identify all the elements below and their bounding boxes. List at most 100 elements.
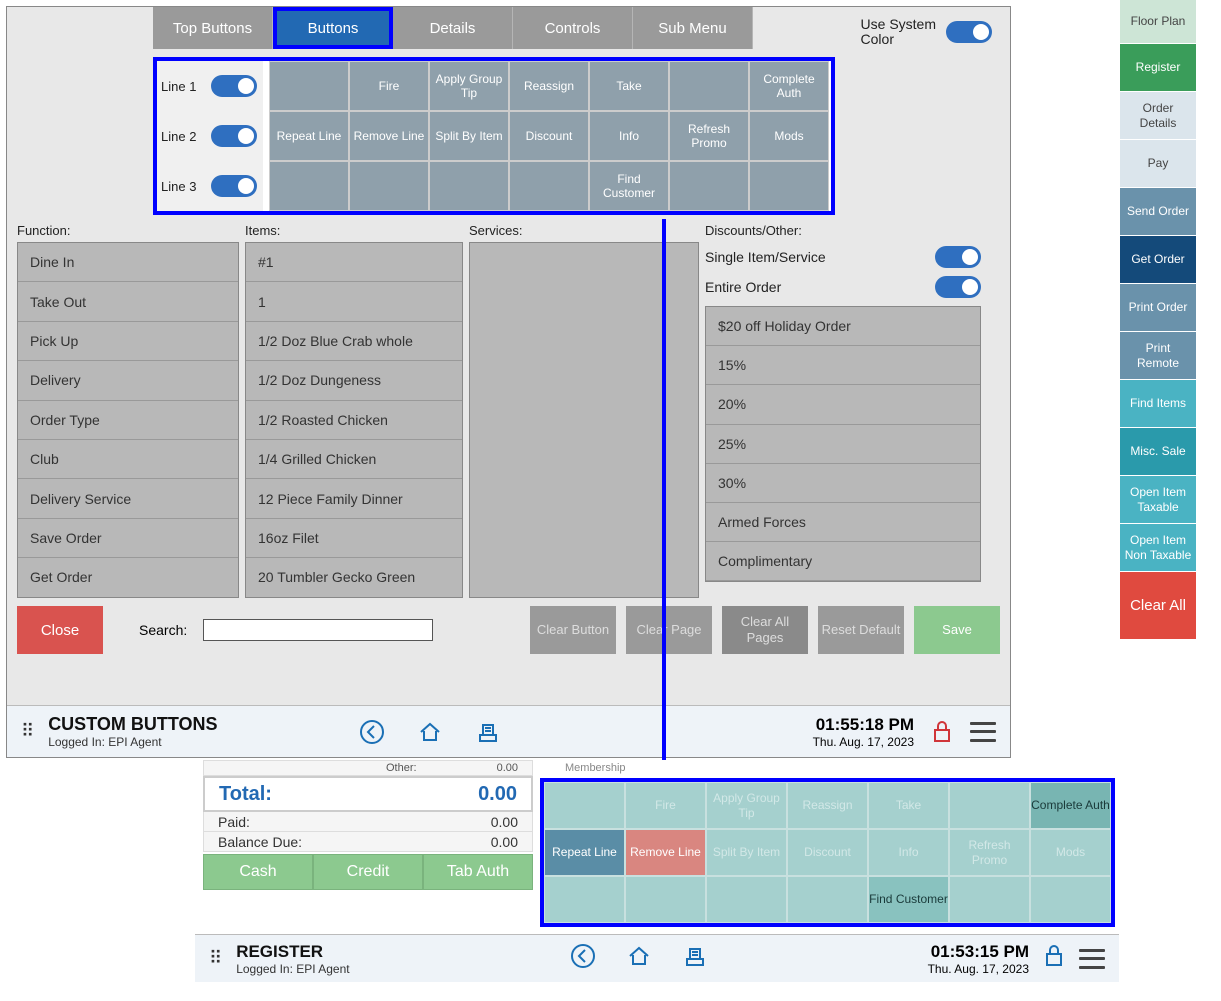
button-cell[interactable]: Find Customer — [589, 161, 669, 211]
tab-sub-menu[interactable]: Sub Menu — [633, 7, 753, 49]
list-item[interactable]: 16oz Filet — [246, 519, 462, 558]
list-item[interactable]: 20% — [706, 385, 980, 424]
function-list[interactable]: Dine InTake OutPick UpDeliveryOrder Type… — [17, 242, 239, 598]
back-icon[interactable] — [570, 943, 596, 974]
nav-clear-all[interactable]: Clear All — [1120, 572, 1196, 640]
button-cell[interactable] — [269, 61, 349, 111]
list-item[interactable]: Dine In — [18, 243, 238, 282]
list-item[interactable]: Save Order — [18, 519, 238, 558]
list-item[interactable]: 1/2 Doz Blue Crab whole — [246, 322, 462, 361]
register-button[interactable]: Apply Group Tip — [706, 782, 787, 829]
register-button[interactable] — [949, 876, 1030, 923]
search-input[interactable] — [203, 619, 433, 641]
grip-icon[interactable]: ⠿ — [21, 721, 34, 742]
tab-top-buttons[interactable]: Top Buttons — [153, 7, 273, 49]
button-cell[interactable] — [669, 161, 749, 211]
list-item[interactable]: Club — [18, 440, 238, 479]
button-cell[interactable]: Complete Auth — [749, 61, 829, 111]
back-icon[interactable] — [358, 718, 386, 746]
list-item[interactable]: $20 off Holiday Order — [706, 307, 980, 346]
close-button[interactable]: Close — [17, 606, 103, 654]
register-button[interactable]: Split By Item — [706, 829, 787, 876]
items-list[interactable]: #111/2 Doz Blue Crab whole1/2 Doz Dungen… — [245, 242, 463, 598]
register-button[interactable] — [706, 876, 787, 923]
list-item[interactable]: 12 Piece Family Dinner — [246, 479, 462, 518]
tab-buttons[interactable]: Buttons — [273, 7, 393, 49]
register-button[interactable]: Mods — [1030, 829, 1111, 876]
register-button[interactable]: Remove Line — [625, 829, 706, 876]
register-button[interactable] — [1030, 876, 1111, 923]
register-button[interactable]: Reassign — [787, 782, 868, 829]
clear-button-btn[interactable]: Clear Button — [530, 606, 616, 654]
reset-default-btn[interactable]: Reset Default — [818, 606, 904, 654]
tab-auth-button[interactable]: Tab Auth — [423, 854, 533, 890]
button-cell[interactable] — [269, 161, 349, 211]
button-cell[interactable]: Refresh Promo — [669, 111, 749, 161]
nav-floor-plan[interactable]: Floor Plan — [1120, 0, 1196, 44]
credit-button[interactable]: Credit — [313, 854, 423, 890]
nav-pay[interactable]: Pay — [1120, 140, 1196, 188]
home-icon[interactable] — [416, 718, 444, 746]
button-cell[interactable] — [349, 161, 429, 211]
home-icon[interactable] — [626, 943, 652, 974]
cash-button[interactable]: Cash — [203, 854, 313, 890]
grip-icon[interactable]: ⠿ — [209, 948, 222, 969]
list-item[interactable]: 15% — [706, 346, 980, 385]
clear-all-pages-btn[interactable]: Clear All Pages — [722, 606, 808, 654]
button-cell[interactable]: Discount — [509, 111, 589, 161]
list-item[interactable]: Complimentary — [706, 542, 980, 581]
register-button[interactable]: Complete Auth — [1030, 782, 1111, 829]
register-button[interactable] — [544, 782, 625, 829]
list-item[interactable]: 30% — [706, 464, 980, 503]
button-cell[interactable]: Info — [589, 111, 669, 161]
nav-print-order[interactable]: Print Order — [1120, 284, 1196, 332]
register-icon[interactable] — [682, 943, 708, 974]
list-item[interactable]: 1/2 Roasted Chicken — [246, 401, 462, 440]
nav-open-item-taxable[interactable]: Open Item Taxable — [1120, 476, 1196, 524]
button-cell[interactable] — [669, 61, 749, 111]
register-button[interactable]: Info — [868, 829, 949, 876]
register-button[interactable] — [949, 782, 1030, 829]
list-item[interactable]: 25% — [706, 425, 980, 464]
register-button[interactable]: Refresh Promo — [949, 829, 1030, 876]
button-cell[interactable]: Take — [589, 61, 669, 111]
button-cell[interactable] — [429, 161, 509, 211]
tab-controls[interactable]: Controls — [513, 7, 633, 49]
button-cell[interactable]: Repeat Line — [269, 111, 349, 161]
list-item[interactable]: Pick Up — [18, 322, 238, 361]
register-button[interactable] — [625, 876, 706, 923]
list-item[interactable]: 1/2 Doz Dungeness — [246, 361, 462, 400]
system-color-toggle[interactable] — [946, 21, 992, 43]
nav-open-item-non-taxable[interactable]: Open Item Non Taxable — [1120, 524, 1196, 572]
button-cell[interactable]: Split By Item — [429, 111, 509, 161]
clear-page-btn[interactable]: Clear Page — [626, 606, 712, 654]
lock-icon[interactable] — [928, 718, 956, 746]
list-item[interactable]: Get Order — [18, 558, 238, 597]
register-button[interactable]: Fire — [625, 782, 706, 829]
nav-order-details[interactable]: Order Details — [1120, 92, 1196, 140]
register-button[interactable]: Repeat Line — [544, 829, 625, 876]
line-3-toggle[interactable] — [211, 175, 257, 197]
nav-find-items[interactable]: Find Items — [1120, 380, 1196, 428]
list-item[interactable]: Delivery Service — [18, 479, 238, 518]
menu-icon[interactable] — [970, 722, 996, 742]
register-button[interactable] — [787, 876, 868, 923]
list-item[interactable]: Take Out — [18, 282, 238, 321]
list-item[interactable]: Armed Forces — [706, 503, 980, 542]
nav-print-remote[interactable]: Print Remote — [1120, 332, 1196, 380]
nav-register[interactable]: Register — [1120, 44, 1196, 92]
tab-details[interactable]: Details — [393, 7, 513, 49]
list-item[interactable]: Order Type — [18, 401, 238, 440]
button-cell[interactable]: Mods — [749, 111, 829, 161]
line-1-toggle[interactable] — [211, 75, 257, 97]
button-cell[interactable] — [749, 161, 829, 211]
line-2-toggle[interactable] — [211, 125, 257, 147]
discounts-list[interactable]: $20 off Holiday Order15%20%25%30%Armed F… — [705, 306, 981, 582]
register-button[interactable]: Take — [868, 782, 949, 829]
nav-send-order[interactable]: Send Order — [1120, 188, 1196, 236]
button-cell[interactable]: Remove Line — [349, 111, 429, 161]
nav-get-order[interactable]: Get Order — [1120, 236, 1196, 284]
button-cell[interactable]: Reassign — [509, 61, 589, 111]
list-item[interactable]: 20 Tumbler Gecko Green — [246, 558, 462, 597]
list-item[interactable]: #1 — [246, 243, 462, 282]
